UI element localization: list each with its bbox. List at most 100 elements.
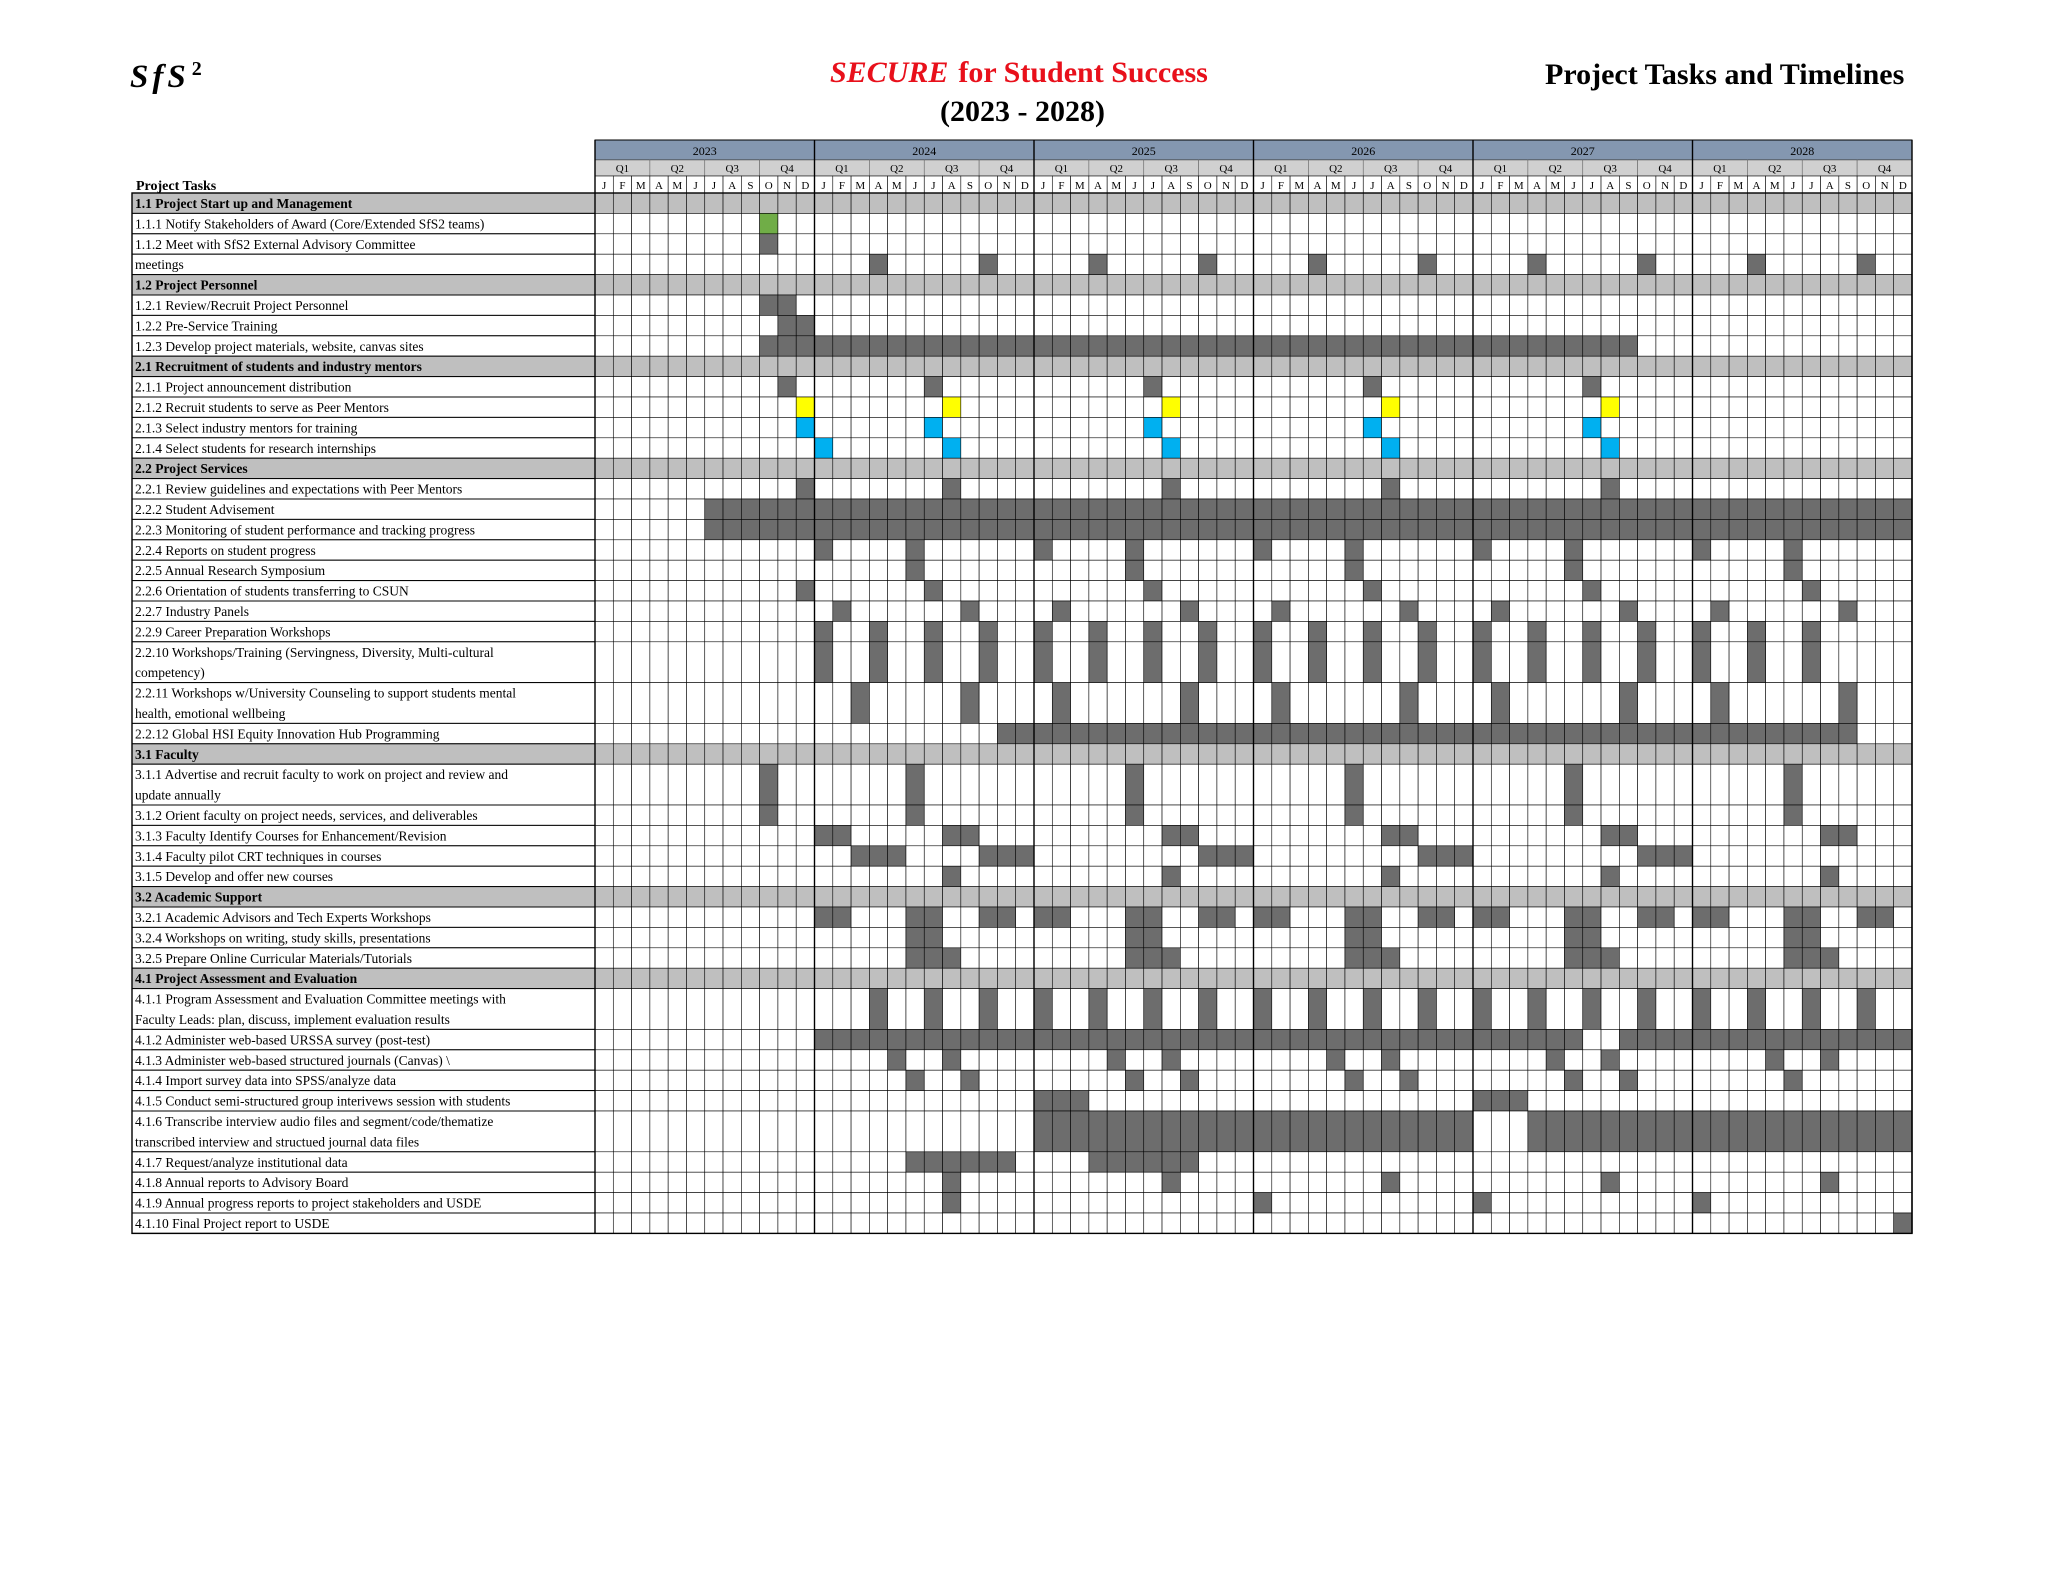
timeline-cell [869, 274, 888, 296]
timeline-cell [1381, 1069, 1401, 1091]
timeline-bar-cell [1381, 1171, 1401, 1193]
timeline-cell [1820, 906, 1840, 928]
timeline-cell [1436, 294, 1456, 316]
month-label: D [1240, 180, 1248, 192]
timeline-cell [1326, 192, 1346, 214]
timeline-cell [832, 437, 852, 459]
timeline-cell [1673, 1049, 1693, 1071]
timeline-bar-cell [923, 335, 943, 357]
timeline-cell [594, 1029, 614, 1051]
timeline-cell [686, 417, 706, 439]
timeline-bar-cell [1564, 763, 1584, 806]
timeline-cell [1875, 213, 1895, 235]
timeline-bar-cell [1747, 253, 1766, 275]
timeline-cell [704, 682, 724, 724]
timeline-cell [923, 559, 943, 581]
timeline-bar-cell [1070, 1090, 1090, 1112]
timeline-cell [1490, 1212, 1510, 1234]
timeline-cell [1125, 865, 1145, 887]
timeline-cell [1106, 1069, 1126, 1091]
timeline-cell [777, 233, 797, 255]
timeline-cell [887, 253, 907, 275]
timeline-cell [1234, 457, 1254, 479]
timeline-cell [1673, 927, 1693, 949]
task-name: update annually [135, 788, 221, 803]
timeline-bar-cell [759, 519, 779, 541]
timeline-cell [1637, 1069, 1657, 1091]
timeline-cell [631, 233, 651, 255]
timeline-cell [1545, 559, 1565, 581]
timeline-cell [960, 641, 980, 683]
timeline-cell [667, 621, 687, 643]
timeline-cell [1783, 396, 1803, 418]
timeline-cell [905, 723, 925, 745]
task-name: 3.2.1 Academic Advisors and Tech Experts… [135, 910, 431, 925]
timeline-cell [1582, 1090, 1602, 1112]
timeline-cell [1344, 1151, 1364, 1173]
timeline-cell [1033, 1192, 1053, 1214]
timeline-cell [612, 743, 632, 765]
timeline-bar-cell [1801, 498, 1821, 520]
timeline-cell [631, 1212, 651, 1234]
timeline-cell [1344, 743, 1364, 765]
timeline-bar-cell [1161, 723, 1181, 745]
timeline-cell [869, 457, 888, 479]
timeline-cell [1765, 539, 1785, 561]
timeline-cell [1417, 457, 1437, 479]
timeline-cell [1015, 294, 1035, 316]
timeline-bar-cell [887, 335, 907, 357]
timeline-cell [1106, 437, 1126, 459]
timeline-cell [1692, 457, 1712, 479]
timeline-cell [1106, 355, 1126, 377]
timeline-cell [1838, 621, 1858, 643]
timeline-cell [1180, 294, 1199, 316]
timeline-bar-cell [1783, 519, 1803, 541]
timeline-bar-cell [1125, 559, 1145, 581]
timeline-cell [1051, 825, 1071, 847]
timeline-cell [741, 1090, 760, 1112]
task-name: 4.1.6 Transcribe interview audio files a… [135, 1114, 493, 1129]
timeline-cell [1564, 478, 1584, 500]
timeline-cell [1289, 600, 1309, 622]
timeline-cell [1490, 253, 1510, 275]
timeline-cell [1509, 682, 1529, 724]
timeline-cell [1198, 947, 1218, 969]
timeline-bar-cell [814, 437, 834, 459]
timeline-cell [1545, 253, 1565, 275]
timeline-cell [1143, 192, 1163, 214]
timeline-cell [1161, 621, 1181, 643]
timeline-cell [1527, 1069, 1547, 1091]
timeline-cell [594, 253, 614, 275]
timeline-bar-cell [1253, 988, 1273, 1030]
timeline-cell [594, 192, 614, 214]
timeline-bar-cell [1637, 988, 1657, 1030]
quarter-label: Q4 [1658, 163, 1672, 175]
timeline-cell [1253, 1090, 1273, 1112]
month-label: D [1021, 180, 1029, 192]
section-label-cell [131, 743, 596, 765]
timeline-cell [1326, 478, 1346, 500]
timeline-cell [1436, 478, 1456, 500]
timeline-cell [1655, 539, 1675, 561]
timeline-cell [814, 274, 834, 296]
task-name: 1.2.1 Review/Recruit Project Personnel [135, 298, 349, 313]
timeline-cell [1088, 396, 1108, 418]
timeline-cell [1015, 478, 1035, 500]
timeline-bar-cell [1271, 519, 1291, 541]
timeline-cell [1619, 743, 1638, 765]
timeline-cell [1381, 559, 1401, 581]
timeline-cell [612, 1090, 632, 1112]
timeline-cell [1436, 804, 1456, 826]
timeline-cell [1637, 825, 1657, 847]
timeline-cell [1253, 947, 1273, 969]
timeline-cell [722, 396, 742, 418]
timeline-cell [978, 559, 998, 581]
timeline-cell [1289, 396, 1309, 418]
task-name: 2.1.4 Select students for research inter… [135, 441, 376, 456]
timeline-cell [667, 743, 687, 765]
timeline-bar-cell [1527, 723, 1547, 745]
timeline-cell [1747, 947, 1766, 969]
timeline-bar-cell [759, 233, 779, 255]
timeline-bar-cell [923, 376, 943, 398]
timeline-cell [1472, 845, 1492, 867]
